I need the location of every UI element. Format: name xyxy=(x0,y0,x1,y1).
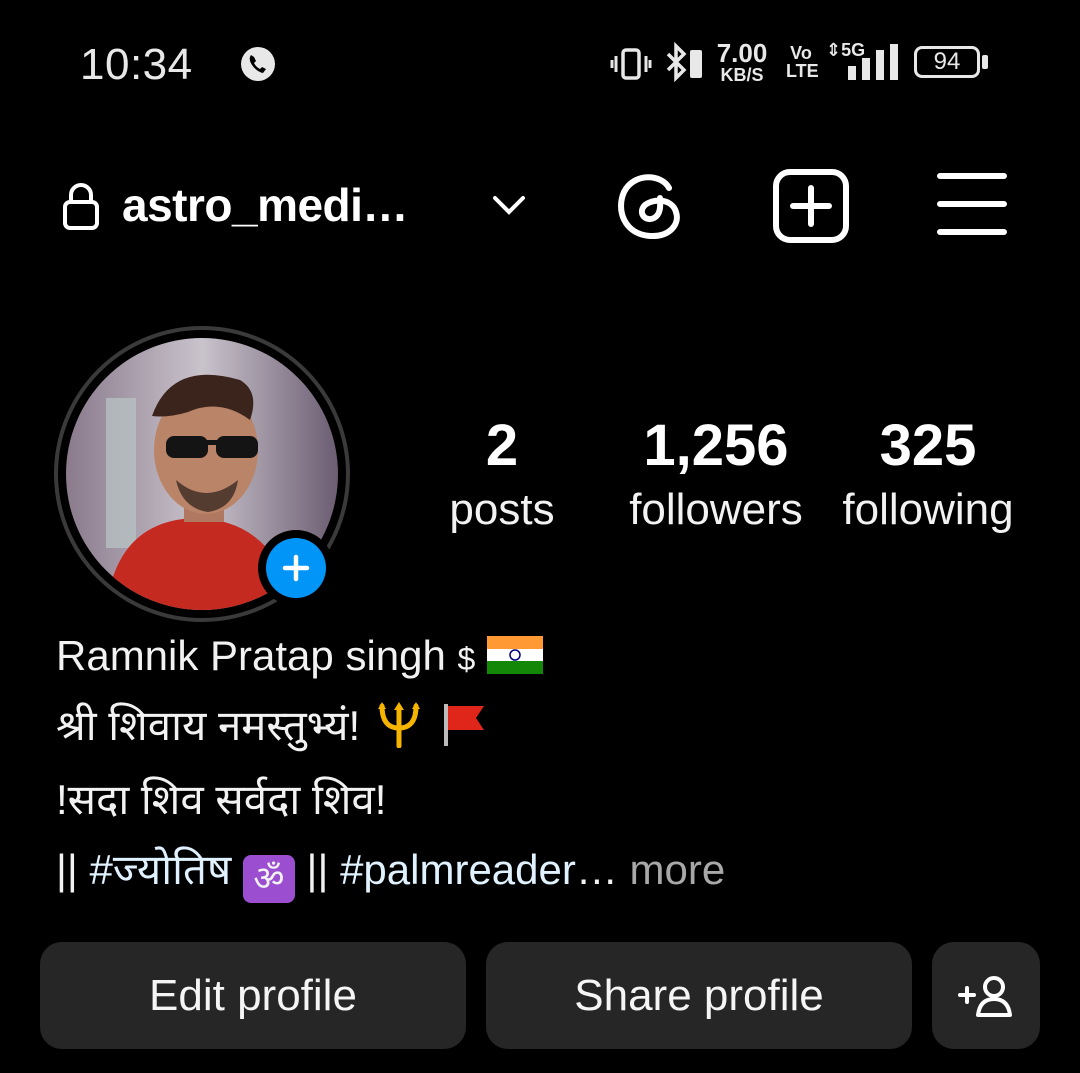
india-flag-icon xyxy=(487,636,543,674)
stat-followers[interactable]: 1,256 followers xyxy=(596,412,836,535)
status-time: 10:34 xyxy=(80,40,193,89)
stat-posts[interactable]: 2 posts xyxy=(392,412,612,535)
chevron-down-icon[interactable] xyxy=(490,190,528,220)
stat-value: 1,256 xyxy=(643,413,789,478)
battery-tip xyxy=(982,55,988,69)
bio-line-1: श्री शिवाय नमस्तुभ्यं! xyxy=(56,696,490,753)
share-profile-button[interactable]: Share profile xyxy=(486,942,912,1049)
bluetooth-battery-icon xyxy=(666,42,702,83)
add-story-button[interactable] xyxy=(266,538,326,598)
create-plus-icon[interactable] xyxy=(772,168,850,244)
red-flag-icon xyxy=(443,704,484,746)
username[interactable]: astro_medi… xyxy=(122,178,408,232)
discover-people-button[interactable] xyxy=(932,942,1040,1049)
plus-icon xyxy=(282,554,310,582)
stat-label: following xyxy=(842,485,1014,534)
volte-indicator: Vo LTE xyxy=(786,43,819,81)
battery-indicator: 94 xyxy=(914,46,980,78)
whatsapp-icon xyxy=(241,47,275,81)
hashtag-jyotish[interactable]: #ज्योतिष xyxy=(90,846,232,893)
stat-value: 325 xyxy=(879,413,977,478)
edit-profile-button[interactable]: Edit profile xyxy=(40,942,466,1049)
signal-icon xyxy=(848,44,898,80)
add-person-icon xyxy=(958,975,1012,1017)
stat-value: 2 xyxy=(485,413,519,478)
trident-icon xyxy=(377,702,420,749)
om-emoji: ॐ xyxy=(242,855,295,903)
menu-icon[interactable] xyxy=(936,170,1008,238)
stat-following[interactable]: 325 following xyxy=(818,412,1038,535)
bio-line-3: || #ज्योतिष ॐ || #palmreader… more xyxy=(56,840,725,903)
net-speed: 7.00 KB/S xyxy=(716,38,768,85)
hashtag-palmreader[interactable]: #palmreader xyxy=(340,846,576,893)
more-link[interactable]: more xyxy=(618,846,726,893)
lock-icon xyxy=(63,183,99,230)
name-symbol: $ xyxy=(457,641,476,677)
profile-name-line: Ramnik Pratap singh $ xyxy=(56,632,543,680)
bio-line-2: !सदा शिव सर्वदा शिव! xyxy=(56,776,387,823)
stat-label: posts xyxy=(449,485,555,534)
stat-label: followers xyxy=(629,485,803,534)
threads-icon[interactable] xyxy=(614,168,688,244)
profile-name: Ramnik Pratap singh xyxy=(56,632,446,679)
vibrate-icon xyxy=(610,48,652,80)
